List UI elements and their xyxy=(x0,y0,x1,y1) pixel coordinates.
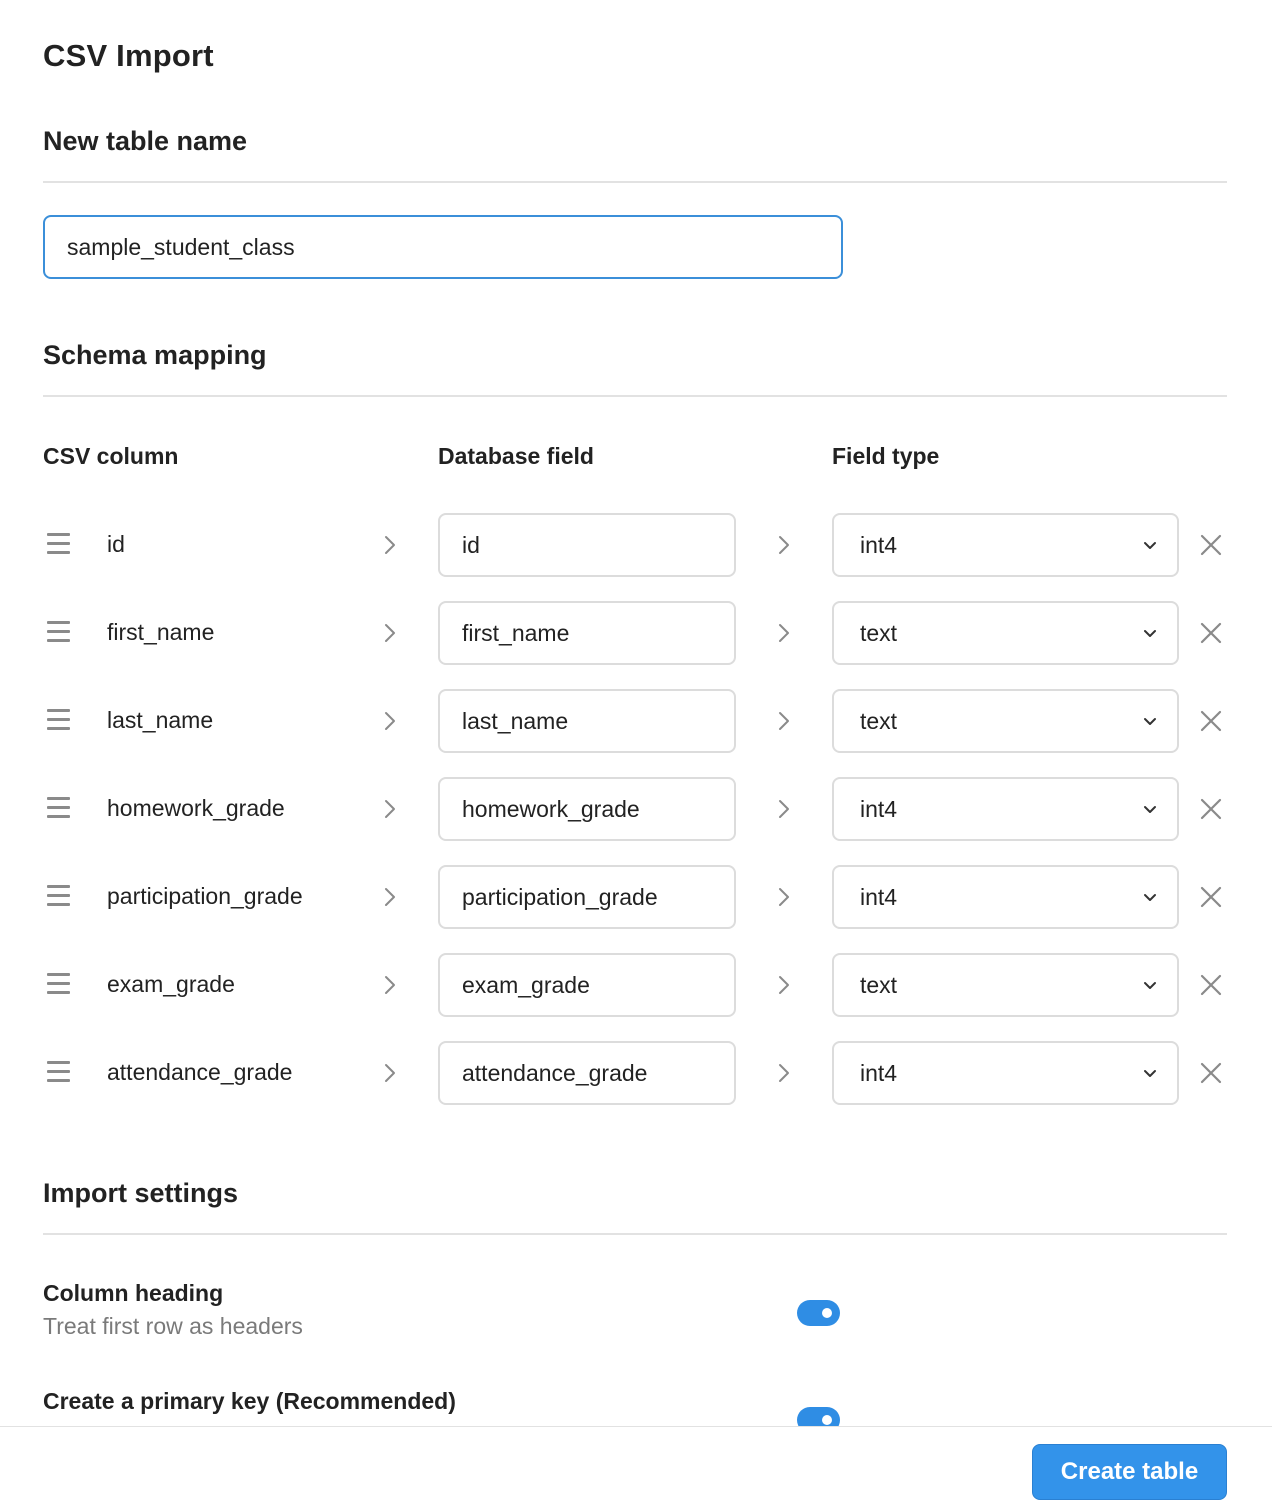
field-type-header: Field type xyxy=(832,443,940,469)
database-field-input[interactable] xyxy=(438,865,736,929)
csv-column-name: first_name xyxy=(107,619,215,645)
drag-handle-icon[interactable] xyxy=(47,621,71,643)
mapping-row: last_name text xyxy=(0,689,1272,753)
remove-row-icon[interactable] xyxy=(1199,621,1223,645)
chevron-right-icon xyxy=(779,536,789,554)
csv-column-name: id xyxy=(107,531,125,557)
database-field-input[interactable] xyxy=(438,1041,736,1105)
chevron-right-icon xyxy=(779,624,789,642)
remove-row-icon[interactable] xyxy=(1199,797,1223,821)
mapping-row: homework_grade int4 xyxy=(0,777,1272,841)
drag-handle-icon[interactable] xyxy=(47,797,71,819)
chevron-down-icon xyxy=(1144,1070,1156,1077)
field-type-value: int4 xyxy=(860,884,898,910)
divider xyxy=(43,395,1227,397)
divider xyxy=(43,181,1227,183)
csv-column-name: attendance_grade xyxy=(107,1059,293,1085)
database-field-header: Database field xyxy=(438,443,594,469)
primary-key-toggle[interactable] xyxy=(797,1407,840,1426)
page-title: CSV Import xyxy=(43,38,214,73)
remove-row-icon[interactable] xyxy=(1199,885,1223,909)
column-heading-toggle[interactable] xyxy=(797,1300,840,1326)
import-form[interactable]: CSV Import New table name Schema mapping… xyxy=(0,0,1272,1426)
field-type-select[interactable]: text xyxy=(832,601,1179,665)
csv-column-name: exam_grade xyxy=(107,971,235,997)
drag-handle-icon[interactable] xyxy=(47,533,71,555)
chevron-down-icon xyxy=(1144,806,1156,813)
chevron-right-icon xyxy=(385,536,395,554)
csv-column-name: participation_grade xyxy=(107,883,303,909)
toggle-knob xyxy=(822,1415,832,1425)
column-heading-description: Treat first row as headers xyxy=(43,1313,303,1339)
chevron-right-icon xyxy=(779,888,789,906)
field-type-select[interactable]: int4 xyxy=(832,513,1179,577)
field-type-select[interactable]: text xyxy=(832,953,1179,1017)
chevron-right-icon xyxy=(385,888,395,906)
remove-row-icon[interactable] xyxy=(1199,1061,1223,1085)
database-field-input[interactable] xyxy=(438,689,736,753)
field-type-select[interactable]: int4 xyxy=(832,865,1179,929)
field-type-select[interactable]: int4 xyxy=(832,1041,1179,1105)
remove-row-icon[interactable] xyxy=(1199,709,1223,733)
table-name-heading: New table name xyxy=(43,126,248,156)
chevron-right-icon xyxy=(385,712,395,730)
chevron-down-icon xyxy=(1144,542,1156,549)
drag-handle-icon[interactable] xyxy=(47,1061,71,1083)
chevron-right-icon xyxy=(779,1064,789,1082)
mapping-row: first_name text xyxy=(0,601,1272,665)
table-name-input[interactable] xyxy=(43,215,843,279)
import-settings-heading: Import settings xyxy=(43,1178,239,1208)
mapping-row: attendance_grade int4 xyxy=(0,1041,1272,1105)
csv-column-header: CSV column xyxy=(43,443,179,469)
remove-row-icon[interactable] xyxy=(1199,973,1223,997)
chevron-right-icon xyxy=(385,800,395,818)
schema-mapping-heading: Schema mapping xyxy=(43,340,267,370)
chevron-right-icon xyxy=(385,976,395,994)
database-field-input[interactable] xyxy=(438,777,736,841)
remove-row-icon[interactable] xyxy=(1199,533,1223,557)
drag-handle-icon[interactable] xyxy=(47,709,71,731)
field-type-value: int4 xyxy=(860,796,898,822)
chevron-right-icon xyxy=(779,976,789,994)
csv-column-name: last_name xyxy=(107,707,214,733)
chevron-right-icon xyxy=(385,1064,395,1082)
chevron-right-icon xyxy=(779,800,789,818)
field-type-value: text xyxy=(860,620,898,646)
column-heading-title: Column heading xyxy=(43,1280,224,1306)
field-type-select[interactable]: int4 xyxy=(832,777,1179,841)
database-field-input[interactable] xyxy=(438,513,736,577)
field-type-value: int4 xyxy=(860,532,898,558)
create-table-button[interactable]: Create table xyxy=(1032,1444,1227,1500)
chevron-down-icon xyxy=(1144,894,1156,901)
field-type-value: int4 xyxy=(860,1060,898,1086)
chevron-right-icon xyxy=(779,712,789,730)
field-type-select[interactable]: text xyxy=(832,689,1179,753)
chevron-right-icon xyxy=(385,624,395,642)
toggle-knob xyxy=(822,1308,832,1318)
chevron-down-icon xyxy=(1144,630,1156,637)
csv-column-name: homework_grade xyxy=(107,795,285,821)
mapping-row: exam_grade text xyxy=(0,953,1272,1017)
chevron-down-icon xyxy=(1144,718,1156,725)
field-type-value: text xyxy=(860,708,898,734)
database-field-input[interactable] xyxy=(438,601,736,665)
field-type-value: text xyxy=(860,972,898,998)
drag-handle-icon[interactable] xyxy=(47,885,71,907)
footer: Create table xyxy=(0,1426,1272,1510)
mapping-row: participation_grade int4 xyxy=(0,865,1272,929)
mapping-row: id int4 xyxy=(0,513,1272,577)
divider xyxy=(43,1233,1227,1235)
chevron-down-icon xyxy=(1144,982,1156,989)
database-field-input[interactable] xyxy=(438,953,736,1017)
drag-handle-icon[interactable] xyxy=(47,973,71,995)
primary-key-title: Create a primary key (Recommended) xyxy=(43,1388,456,1414)
